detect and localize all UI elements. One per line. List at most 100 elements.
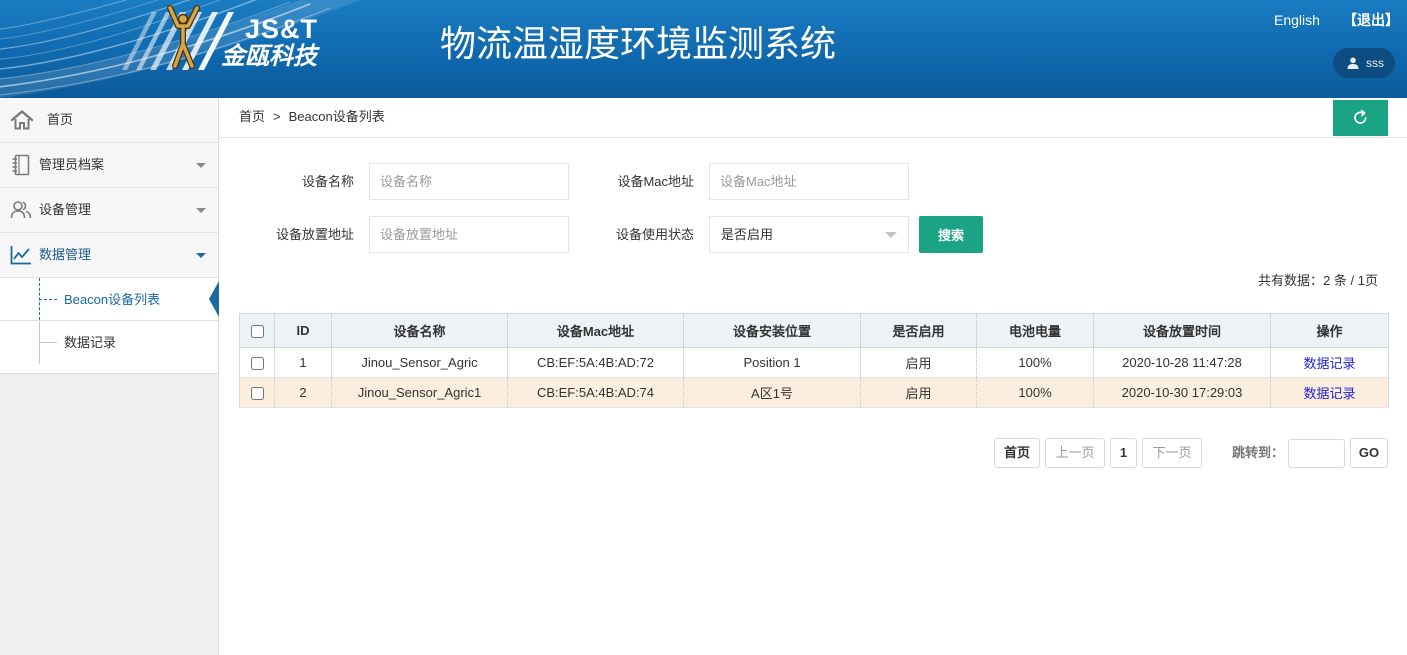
row-checkbox-cell: [239, 347, 275, 378]
active-indicator: [209, 281, 219, 317]
device-status-label: 设备使用状态: [615, 227, 694, 242]
breadcrumb: 首页 > Beacon设备列表: [239, 109, 385, 125]
breadcrumb-separator: >: [273, 109, 281, 124]
sidebar: 首页 管理员档案 设备管理 数据管理 Beacon设备列表 数据记录: [0, 98, 219, 655]
cell-location: A区1号: [683, 377, 861, 408]
chevron-down-icon: [196, 253, 206, 258]
prev-page-button[interactable]: 上一页: [1045, 438, 1105, 468]
sidebar-item-label: 数据管理: [39, 247, 92, 262]
row-checkbox[interactable]: [250, 387, 264, 401]
sidebar-subitem-label: 数据记录: [64, 335, 117, 350]
cell-battery: 100%: [976, 347, 1094, 378]
sidebar-subitem-beacon-list[interactable]: Beacon设备列表: [0, 278, 219, 321]
home-icon: [10, 109, 34, 131]
cell-battery: 100%: [976, 377, 1094, 408]
notebook-icon: [10, 154, 32, 176]
device-status-selected: 是否启用: [721, 227, 774, 242]
record-summary: 共有数据：2 条 / 1页: [1258, 273, 1378, 289]
column-header-battery: 电池电量: [976, 313, 1094, 348]
cell-location: Position 1: [683, 347, 861, 378]
sidebar-item-label: 首页: [47, 112, 74, 127]
app-header: JS&T 金瓯科技 物流温湿度环境监测系统 English 【退出】 sss: [0, 0, 1407, 98]
app-title: 物流温湿度环境监测系统: [440, 23, 837, 64]
header-banner-graphic: [0, 0, 360, 98]
cell-mac: CB:EF:5A:4B:AD:74: [507, 377, 684, 408]
column-header-enabled: 是否启用: [860, 313, 977, 348]
column-header-placed-time: 设备放置时间: [1093, 313, 1271, 348]
sidebar-item-device-management[interactable]: 设备管理: [0, 188, 218, 233]
device-mac-input[interactable]: [709, 163, 909, 200]
go-button[interactable]: GO: [1350, 438, 1388, 468]
first-page-button[interactable]: 首页: [994, 438, 1040, 468]
users-icon: [10, 199, 32, 221]
device-status-select[interactable]: 是否启用: [709, 216, 909, 253]
column-header-name: 设备名称: [331, 313, 508, 348]
table-row: 1 Jinou_Sensor_Agric CB:EF:5A:4B:AD:72 P…: [239, 347, 1389, 378]
summary-suffix: 页: [1364, 273, 1378, 288]
main-content: 首页 > Beacon设备列表 设备名称 设备Mac地址 设备放置地址 设备使用状态…: [219, 98, 1407, 655]
column-header-location: 设备安装位置: [683, 313, 861, 348]
logo-text-cn: 金瓯科技: [221, 43, 317, 70]
device-name-label: 设备名称: [301, 174, 354, 189]
cell-id: 2: [274, 377, 332, 408]
sidebar-item-home[interactable]: 首页: [0, 98, 218, 143]
cell-name: Jinou_Sensor_Agric1: [331, 377, 508, 408]
breadcrumb-bar: 首页 > Beacon设备列表: [219, 98, 1407, 138]
chevron-down-icon: [885, 232, 897, 238]
header-checkbox-cell: [239, 313, 275, 348]
cell-actions: 数据记录: [1270, 347, 1389, 378]
jump-page-input[interactable]: [1288, 439, 1345, 468]
chevron-down-icon: [196, 208, 206, 213]
search-button[interactable]: 搜索: [919, 216, 983, 253]
cell-enabled: 启用: [860, 377, 977, 408]
table-header-row: ID 设备名称 设备Mac地址 设备安装位置 是否启用 电池电量 设备放置时间 …: [239, 313, 1389, 348]
sidebar-subitem-label: Beacon设备列表: [64, 292, 161, 307]
data-record-link[interactable]: 数据记录: [1303, 386, 1355, 401]
summary-pages: 1: [1357, 273, 1365, 288]
cell-actions: 数据记录: [1270, 377, 1389, 408]
refresh-icon: [1354, 109, 1367, 124]
row-checkbox-cell: [239, 377, 275, 408]
device-table: ID 设备名称 设备Mac地址 设备安装位置 是否启用 电池电量 设备放置时间 …: [239, 313, 1389, 408]
device-name-input[interactable]: [369, 163, 569, 200]
tree-line: [39, 299, 57, 300]
line-chart-icon: [10, 244, 32, 266]
logout-link[interactable]: 【退出】: [1343, 11, 1399, 29]
language-switch-link[interactable]: English: [1274, 11, 1320, 29]
device-address-input[interactable]: [369, 216, 569, 253]
select-all-checkbox[interactable]: [250, 325, 264, 339]
column-header-actions: 操作: [1270, 313, 1389, 348]
chevron-down-icon: [196, 163, 206, 168]
user-name: sss: [1366, 56, 1384, 70]
device-address-label: 设备放置地址: [275, 227, 354, 242]
data-record-link[interactable]: 数据记录: [1303, 356, 1355, 371]
summary-middle: 条 /: [1330, 273, 1358, 288]
logo-text-en: JS&T: [245, 14, 319, 44]
user-icon: [1347, 57, 1359, 69]
jump-to-label: 跳转到：: [1232, 445, 1285, 460]
cell-placed-time: 2020-10-28 11:47:28: [1093, 347, 1271, 378]
sidebar-submenu-data-management: Beacon设备列表 数据记录: [0, 278, 219, 374]
table-row: 2 Jinou_Sensor_Agric1 CB:EF:5A:4B:AD:74 …: [239, 377, 1389, 408]
refresh-button[interactable]: [1333, 100, 1388, 136]
sidebar-item-label: 设备管理: [39, 202, 92, 217]
sidebar-subitem-data-records[interactable]: 数据记录: [0, 321, 218, 364]
row-checkbox[interactable]: [250, 357, 264, 371]
next-page-button[interactable]: 下一页: [1142, 438, 1202, 468]
column-header-mac: 设备Mac地址: [507, 313, 684, 348]
breadcrumb-home-link[interactable]: 首页: [239, 109, 265, 124]
sidebar-item-label: 管理员档案: [39, 157, 105, 172]
device-mac-label: 设备Mac地址: [617, 174, 694, 189]
sidebar-item-data-management[interactable]: 数据管理: [0, 233, 218, 278]
cell-name: Jinou_Sensor_Agric: [331, 347, 508, 378]
tree-line: [39, 342, 57, 343]
sidebar-item-admin-archive[interactable]: 管理员档案: [0, 143, 218, 188]
column-header-id: ID: [274, 313, 332, 348]
cell-placed-time: 2020-10-30 17:29:03: [1093, 377, 1271, 408]
breadcrumb-current: Beacon设备列表: [288, 109, 385, 124]
summary-prefix: 共有数据：: [1258, 273, 1324, 288]
page-number-button[interactable]: 1: [1110, 438, 1137, 468]
cell-mac: CB:EF:5A:4B:AD:72: [507, 347, 684, 378]
user-menu-button[interactable]: sss: [1333, 48, 1395, 78]
cell-id: 1: [274, 347, 332, 378]
